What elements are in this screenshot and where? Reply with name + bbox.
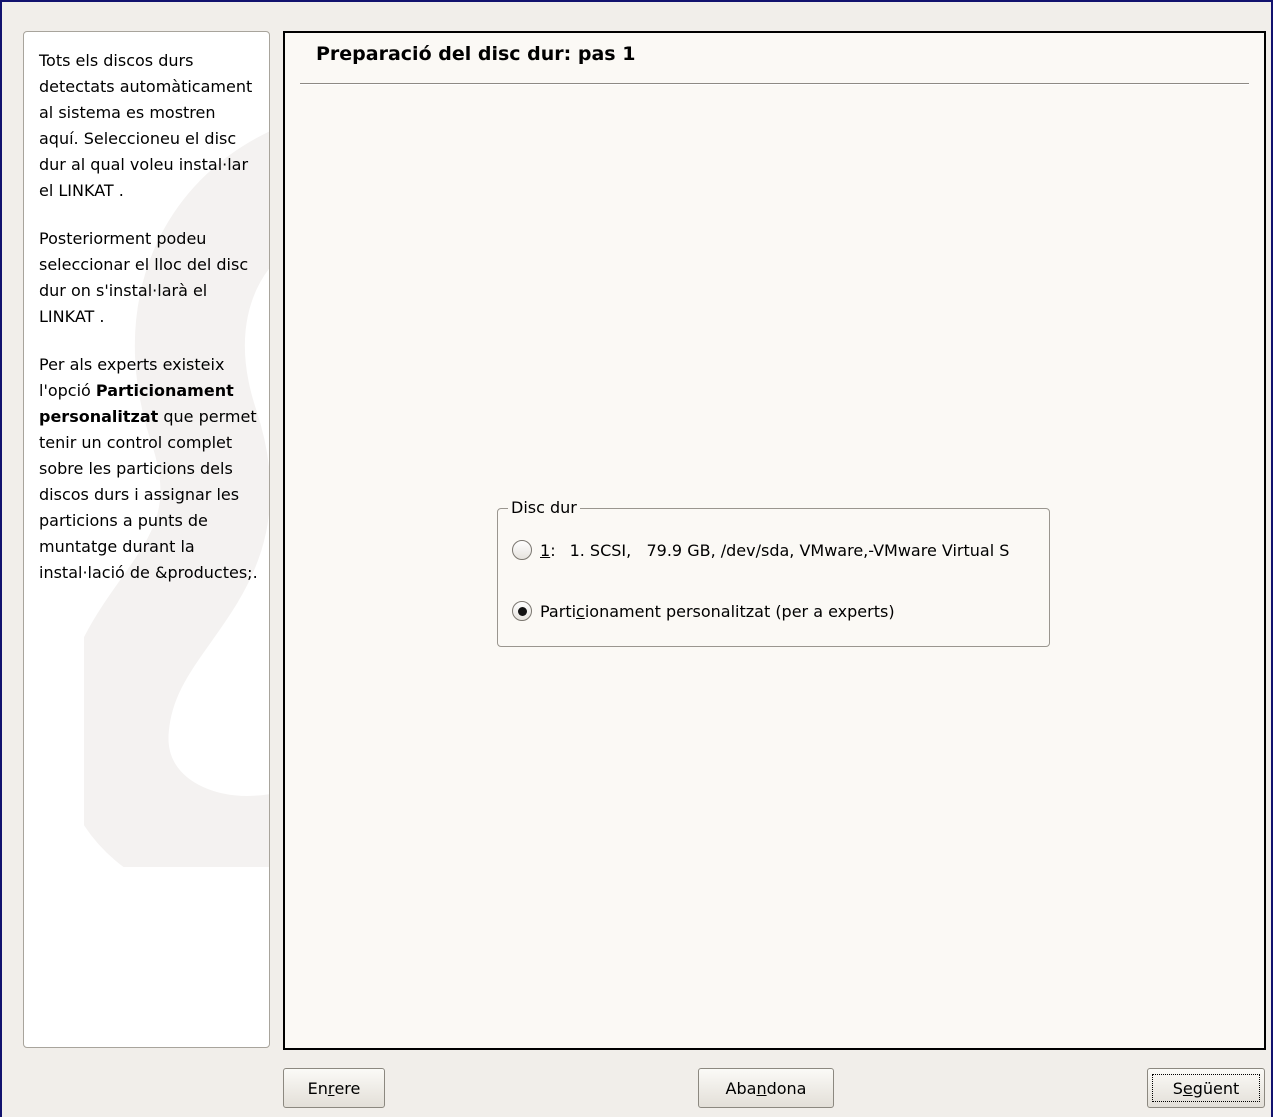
radio-button-unchecked[interactable] [512,540,532,560]
disk-option-sep: : [550,540,556,560]
abort-button-label: dona [766,1078,807,1098]
hard-disk-group-legend: Disc dur [508,497,580,519]
radio-button-checked[interactable] [512,601,532,621]
back-button[interactable]: En r ere [283,1068,385,1108]
main-panel: Preparació del disc dur: pas 1 Disc dur … [283,31,1266,1050]
disk-option-label: 1. SCSI, 79.9 GB, /dev/sda, VMware,-VMwa… [569,540,1010,560]
help-text: que permet tenir un control complet sobr… [39,407,258,582]
help-paragraph-3: Per als experts existeix l'opció Partici… [39,352,259,586]
installer-window: Tots els discos durs detectats automàtic… [0,0,1273,1117]
back-button-label: En [307,1078,328,1098]
back-button-accel: r [327,1078,335,1098]
abort-button[interactable]: Aba n dona [698,1068,834,1108]
focus-indicator [1152,1074,1260,1102]
help-panel: Tots els discos durs detectats automàtic… [23,31,270,1048]
custom-partitioning-label: Parti [540,601,577,621]
custom-partitioning-label: ionament personalitzat (per a experts) [584,601,895,621]
custom-partitioning-option[interactable]: Parti c ionament personalitzat (per a expe… [512,601,895,621]
abort-button-label: Aba [725,1078,757,1098]
disk-option-sda[interactable]: 1:1. SCSI, 79.9 GB, /dev/sda, VMware,-VM… [512,540,1009,560]
help-paragraph-1: Tots els discos durs detectats automàtic… [39,51,253,200]
disk-option-accel: 1 [540,540,551,560]
help-paragraph-2: Posteriorment podeu seleccionar el lloc … [39,229,249,326]
title-divider [300,83,1249,85]
hard-disk-group: Disc dur 1:1. SCSI, 79.9 GB, /dev/sda, V… [497,497,1050,647]
page-title: Preparació del disc dur: pas 1 [316,43,636,65]
custom-partitioning-accel: c [576,601,585,621]
abort-button-accel: n [756,1078,767,1098]
next-button[interactable]: Se güent [1147,1068,1265,1108]
back-button-label: ere [334,1078,361,1098]
